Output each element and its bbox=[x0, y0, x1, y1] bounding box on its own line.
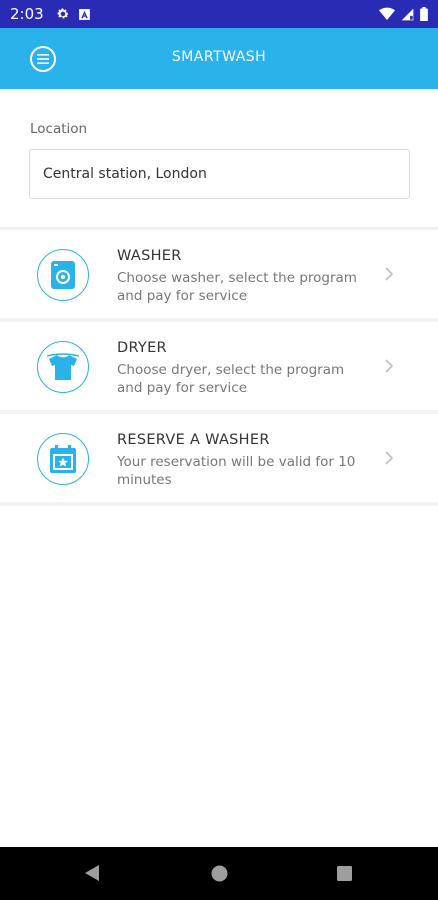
signal-icon bbox=[401, 8, 414, 20]
status-bar: 2:03 bbox=[0, 0, 438, 28]
settings-gear-icon bbox=[57, 8, 69, 19]
service-menu: WASHER Choose washer, select the program… bbox=[0, 230, 438, 506]
status-notification-icons bbox=[56, 7, 91, 21]
menu-item-dryer[interactable]: DRYER Choose dryer, select the program a… bbox=[0, 322, 438, 410]
battery-icon bbox=[420, 7, 428, 21]
location-field[interactable]: Central station, London bbox=[29, 149, 410, 199]
app-title: SMARTWASH bbox=[171, 49, 267, 65]
home-icon[interactable] bbox=[211, 865, 228, 882]
menu-item-description: Your reservation will be valid for 10 mi… bbox=[117, 454, 356, 488]
menu-item-reserve-washer[interactable]: RESERVE A WASHER Your reservation will b… bbox=[0, 414, 438, 502]
menu-item-washer[interactable]: WASHER Choose washer, select the program… bbox=[0, 230, 438, 318]
location-section: Location Central station, London bbox=[0, 89, 438, 229]
menu-item-title: RESERVE A WASHER bbox=[117, 432, 270, 448]
calendar-star-icon bbox=[37, 433, 89, 485]
chevron-right-icon bbox=[385, 359, 394, 373]
status-system-icons bbox=[379, 7, 428, 21]
status-time: 2:03 bbox=[10, 5, 44, 23]
location-label: Location bbox=[30, 121, 88, 137]
chevron-right-icon bbox=[385, 451, 394, 465]
app-bar: SMARTWASH bbox=[0, 28, 438, 89]
menu-item-description: Choose dryer, select the program and pay… bbox=[117, 362, 345, 396]
menu-item-title: DRYER bbox=[117, 340, 167, 356]
navigation-bar bbox=[0, 847, 438, 900]
tshirt-icon bbox=[37, 341, 89, 393]
menu-item-title: WASHER bbox=[117, 248, 182, 264]
recents-icon[interactable] bbox=[337, 866, 352, 881]
item-divider bbox=[0, 502, 438, 506]
chevron-right-icon bbox=[385, 267, 394, 281]
notification-a-icon bbox=[78, 8, 90, 20]
location-value: Central station, London bbox=[43, 166, 207, 182]
wifi-icon bbox=[379, 7, 395, 21]
washing-machine-icon bbox=[37, 249, 89, 301]
back-icon[interactable] bbox=[84, 864, 100, 882]
menu-item-description: Choose washer, select the program and pa… bbox=[117, 270, 357, 304]
